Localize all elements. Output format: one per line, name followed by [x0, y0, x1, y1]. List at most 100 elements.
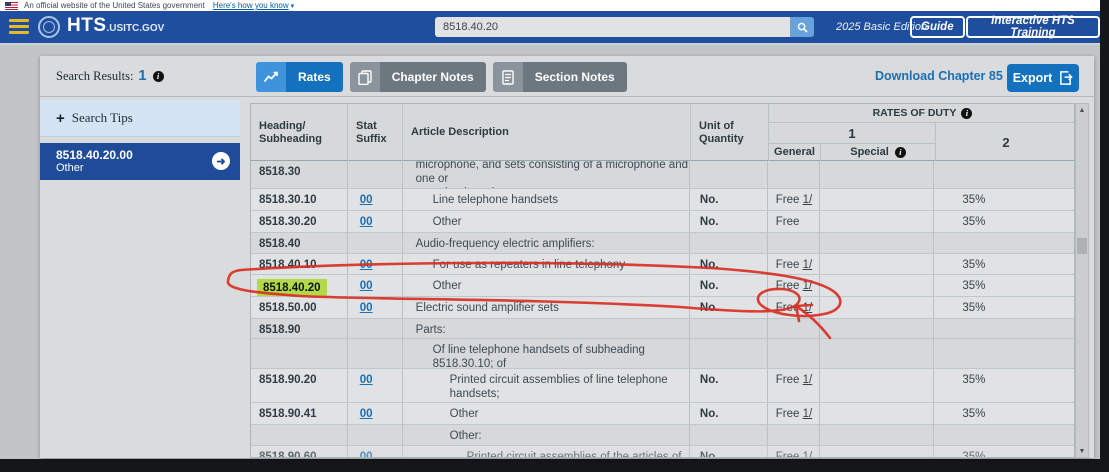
table-row[interactable]: 8518.40.1000For use as repeaters in line… — [251, 254, 1074, 275]
cell-stat-suffix: 00 — [348, 275, 403, 296]
footnote-link[interactable]: 1/ — [803, 259, 813, 271]
results-label: Search Results: — [56, 69, 133, 84]
cell-heading: 8518.40.10 — [251, 254, 348, 274]
table-row[interactable]: 8518.30.2000OtherNo.Free 35% — [251, 211, 1074, 233]
table-scrollbar[interactable]: ▲ ▼ — [1075, 103, 1089, 458]
scroll-down-arrow[interactable]: ▼ — [1076, 445, 1088, 457]
gov-banner-link[interactable]: Here's how you know — [213, 1, 289, 10]
col-header-2: 2 — [936, 123, 1075, 161]
rates-info-icon[interactable]: i — [961, 108, 972, 119]
tab-chapter-notes[interactable]: Chapter Notes — [350, 62, 486, 92]
col-header-general: General — [769, 144, 821, 161]
cell-special — [820, 233, 935, 253]
stat-suffix-link[interactable]: 00 — [360, 259, 373, 271]
usitc-seal-icon[interactable] — [38, 16, 60, 38]
search-button[interactable] — [790, 17, 814, 37]
cell-description: Other — [403, 275, 690, 296]
cell-heading — [251, 339, 348, 368]
cell-general — [768, 161, 820, 188]
tab-section-notes[interactable]: Section Notes — [493, 62, 627, 92]
scrollbar-thumb[interactable] — [1077, 238, 1087, 254]
cell-general — [768, 339, 820, 368]
results-info-icon[interactable]: i — [153, 71, 164, 82]
cell-description: Of line telephone handsets of subheading… — [403, 339, 690, 368]
stat-suffix-link[interactable]: 00 — [360, 194, 373, 206]
cell-general: Free 1/ — [768, 446, 820, 458]
cell-stat-suffix: 00 — [348, 369, 403, 402]
guide-button[interactable]: Guide — [910, 16, 965, 38]
cell-heading: 8518.90 — [251, 319, 348, 338]
brand-title: HTS — [67, 15, 107, 37]
result-desc: Other — [56, 162, 84, 174]
tab-label: Chapter Notes — [380, 62, 486, 92]
table-row[interactable]: 8518.30.1000Line telephone handsetsNo.Fr… — [251, 189, 1074, 211]
search-input[interactable] — [435, 17, 790, 37]
cell-unit: No. — [690, 211, 768, 232]
stat-suffix-link[interactable]: 00 — [360, 302, 373, 314]
special-info-icon[interactable]: i — [895, 147, 906, 158]
table-row[interactable]: Of line telephone handsets of subheading… — [251, 339, 1074, 369]
cell-stat-suffix: 00 — [348, 189, 403, 210]
cell-heading: 8518.50.00 — [251, 297, 348, 318]
cell-stat-suffix — [348, 161, 403, 188]
footnote-link[interactable]: 1/ — [803, 451, 813, 458]
cell-unit: No. — [690, 446, 768, 458]
table-row[interactable]: 8518.90.4100OtherNo.Free 1/35% — [251, 403, 1074, 425]
cell-stat-suffix — [348, 339, 403, 368]
stat-suffix-link[interactable]: 00 — [360, 280, 373, 292]
footnote-link[interactable]: 1/ — [803, 408, 813, 420]
cell-rate-2: 35% — [934, 369, 1074, 402]
cell-unit: No. — [690, 275, 768, 296]
menu-icon[interactable] — [9, 19, 29, 34]
export-label: Export — [1013, 71, 1053, 85]
table-row[interactable]: 8518.90.6000Printed circuit assemblies o… — [251, 446, 1074, 458]
stat-suffix-link[interactable]: 00 — [360, 451, 373, 458]
brand-logo[interactable]: HTS .USITC.GOV — [67, 15, 164, 37]
cell-rate-2 — [934, 339, 1074, 368]
cell-special — [820, 369, 935, 402]
footnote-link[interactable]: 1/ — [803, 194, 813, 206]
scroll-up-arrow[interactable]: ▲ — [1076, 104, 1088, 116]
search-tips-toggle[interactable]: + Search Tips — [40, 100, 240, 137]
table-row[interactable]: Other: — [251, 425, 1074, 446]
export-button[interactable]: Export — [1007, 64, 1079, 92]
result-item-selected[interactable]: 8518.40.20.00 Other ➜ — [40, 143, 240, 180]
download-chapter-link[interactable]: Download Chapter 85 — [875, 69, 1022, 83]
table-row[interactable]: 8518.50.0000Electric sound amplifier set… — [251, 297, 1074, 319]
cell-general: Free 1/ — [768, 369, 820, 402]
col-header-description: Article Description — [403, 104, 691, 161]
cell-general: Free 1/ — [768, 254, 820, 274]
cell-general: Free 1/ — [768, 275, 820, 296]
chevron-down-icon[interactable]: ▾ — [291, 2, 295, 10]
cell-stat-suffix: 00 — [348, 211, 403, 232]
table-row[interactable]: 8518.30microphone, and sets consisting o… — [251, 161, 1074, 189]
cell-special — [820, 254, 935, 274]
stat-suffix-link[interactable]: 00 — [360, 216, 373, 228]
cell-rate-2: 35% — [934, 275, 1074, 296]
table-row[interactable]: 8518.90.2000Printed circuit assemblies o… — [251, 369, 1074, 403]
cell-description: Parts: — [403, 319, 690, 338]
stat-suffix-link[interactable]: 00 — [360, 374, 373, 386]
table-row[interactable]: 8518.90 Parts: — [251, 319, 1074, 339]
screenshot-stage: An official website of the United States… — [0, 0, 1109, 472]
tab-rates[interactable]: Rates — [256, 62, 343, 92]
cell-unit: No. — [690, 403, 768, 424]
cell-special — [820, 319, 935, 338]
content-card: Search Results: 1 i + Search Tips 8518.4… — [40, 56, 1094, 458]
footnote-link[interactable]: 1/ — [803, 302, 813, 314]
col-header-rates: RATES OF DUTY i — [769, 104, 1075, 123]
table-row[interactable]: 8518.40Audio-frequency electric amplifie… — [251, 233, 1074, 254]
cell-description: Other — [403, 211, 690, 232]
arrow-right-icon[interactable]: ➜ — [212, 152, 230, 170]
table-row[interactable]: 8518.40.2000OtherNo.Free 1/35% — [251, 275, 1074, 297]
training-button[interactable]: Interactive HTS Training — [966, 16, 1100, 38]
cell-description: microphone, and sets consisting of a mic… — [403, 161, 690, 188]
cell-heading: 8518.30.20 — [251, 211, 348, 232]
footnote-link[interactable]: 1/ — [803, 280, 813, 292]
search-results-header: Search Results: 1 i — [56, 68, 164, 84]
special-label: Special — [850, 146, 889, 159]
stat-suffix-link[interactable]: 00 — [360, 408, 373, 420]
footnote-link[interactable]: 1/ — [803, 374, 813, 386]
cell-rate-2 — [934, 161, 1074, 188]
cell-stat-suffix — [348, 233, 403, 253]
